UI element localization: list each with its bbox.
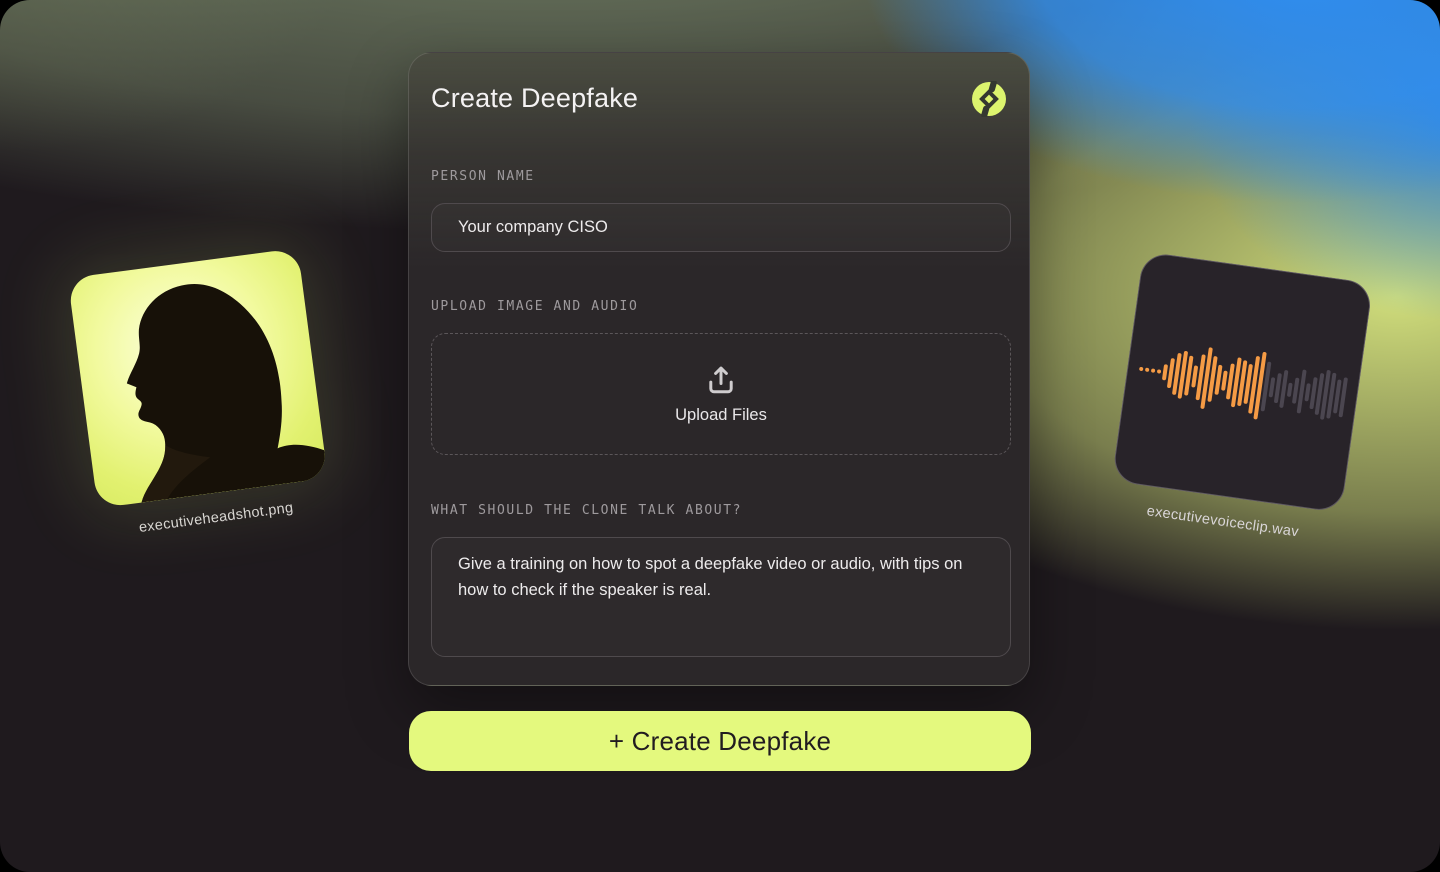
upload-dropzone[interactable]: Upload Files bbox=[431, 333, 1011, 455]
person-name-label: PERSON NAME bbox=[431, 169, 1007, 184]
app-canvas: Create Deepfake PERSON NAME UPLOAD IMAGE… bbox=[0, 0, 1440, 872]
voiceclip-waveform bbox=[1124, 254, 1360, 512]
headshot-filename: executiveheadshot.png bbox=[138, 500, 294, 536]
upload-icon bbox=[704, 363, 738, 397]
upload-button-label: Upload Files bbox=[675, 406, 767, 425]
voiceclip-attachment: executivevoiceclip.wav bbox=[1089, 249, 1391, 550]
create-deepfake-button[interactable]: + Create Deepfake bbox=[409, 711, 1031, 771]
headshot-attachment: executiveheadshot.png bbox=[50, 246, 350, 545]
topic-label: WHAT SHOULD THE CLONE TALK ABOUT? bbox=[431, 503, 1007, 518]
person-name-input[interactable] bbox=[431, 203, 1011, 252]
voiceclip-filename: executivevoiceclip.wav bbox=[1146, 503, 1300, 540]
brand-logo-icon bbox=[971, 81, 1007, 117]
card-header: Create Deepfake bbox=[431, 75, 1007, 117]
person-silhouette-icon bbox=[68, 248, 328, 508]
headshot-image bbox=[68, 248, 328, 508]
card-title: Create Deepfake bbox=[431, 75, 638, 114]
voiceclip-tile bbox=[1111, 251, 1373, 513]
upload-label: UPLOAD IMAGE AND AUDIO bbox=[431, 299, 1007, 314]
topic-textarea[interactable]: Give a training on how to spot a deepfak… bbox=[431, 537, 1011, 657]
create-deepfake-card: Create Deepfake PERSON NAME UPLOAD IMAGE… bbox=[408, 52, 1030, 686]
